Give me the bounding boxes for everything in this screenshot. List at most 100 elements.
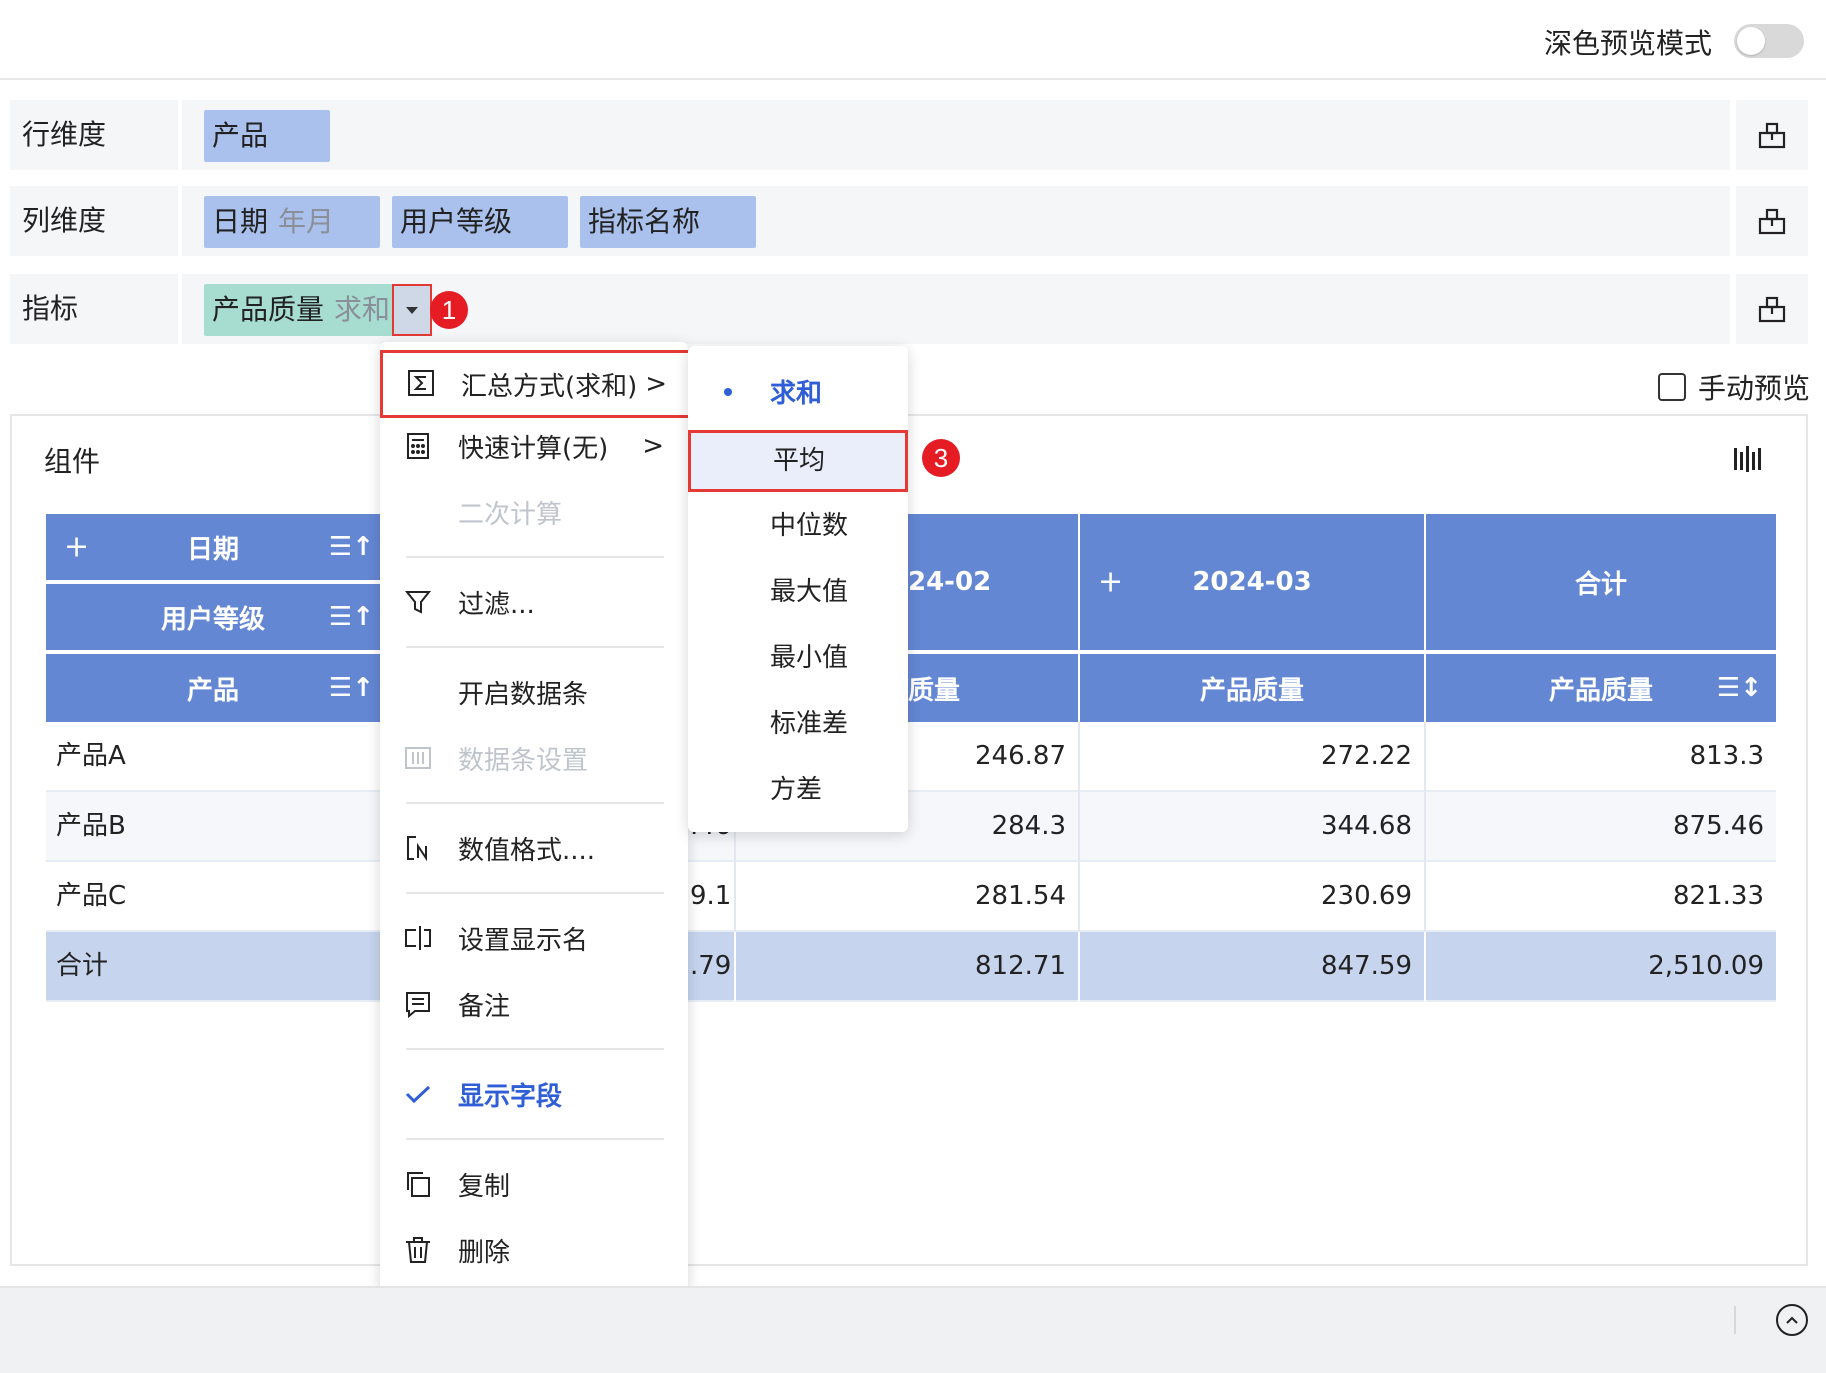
manual-preview[interactable]: 手动预览 bbox=[1657, 367, 1810, 407]
filter-icon bbox=[404, 591, 432, 614]
field-context-menu: 汇总方式(求和) > 快速计算(无) > 二次计算 过滤... 开启数据条 数据… bbox=[380, 342, 694, 1294]
cell-value: 821.33 bbox=[1673, 881, 1764, 911]
field-pill-product[interactable]: 产品 bbox=[204, 110, 330, 162]
settings-icon bbox=[1758, 296, 1786, 323]
header-date[interactable]: + 日期 ☰↑ bbox=[46, 514, 380, 580]
menu-divider bbox=[406, 802, 664, 804]
pill-dropdown-button[interactable] bbox=[392, 284, 432, 336]
checkmark-icon bbox=[405, 1085, 431, 1104]
manual-preview-checkbox[interactable] bbox=[1657, 373, 1686, 401]
manual-preview-label: 手动预览 bbox=[1697, 372, 1810, 405]
cell-value: 230.69 bbox=[1321, 881, 1412, 911]
column-dimension-row: 列维度 日期 年月 用户等级 指标名称 bbox=[10, 186, 1808, 256]
menu-item-filter[interactable]: 过滤... bbox=[380, 572, 688, 632]
submenu-item-max[interactable]: 最大值 bbox=[688, 562, 908, 622]
submenu-item-average[interactable]: 平均 bbox=[688, 430, 908, 492]
menu-item-quick-calc[interactable]: 快速计算(无) > bbox=[380, 416, 688, 476]
step-badge-1: 1 bbox=[430, 291, 468, 329]
menu-item-remark[interactable]: 备注 bbox=[380, 974, 688, 1034]
menu-item-secondary-calc: 二次计算 bbox=[458, 499, 563, 530]
cell-value: 281.54 bbox=[975, 881, 1066, 911]
submenu-item-variance[interactable]: 方差 bbox=[688, 760, 908, 820]
field-pill-product-quality[interactable]: 产品质量 求和 bbox=[204, 284, 432, 336]
row-dimension-label: 行维度 bbox=[10, 100, 178, 170]
menu-item-number-format[interactable]: 数值格式.... bbox=[380, 818, 688, 878]
calculator-icon bbox=[407, 433, 429, 459]
collapse-up-icon[interactable] bbox=[1776, 1304, 1808, 1336]
row-dimension-dropzone[interactable]: 产品 bbox=[182, 100, 1730, 170]
expand-icon[interactable]: + bbox=[1098, 565, 1123, 600]
column-dimension-label: 列维度 bbox=[10, 186, 178, 256]
trash-icon bbox=[406, 1237, 430, 1263]
sigma-icon bbox=[408, 370, 434, 396]
header-col-2024-03[interactable]: + 2024-03 bbox=[1080, 514, 1424, 650]
row-name: 产品A bbox=[56, 741, 126, 771]
menu-item-enable-databar[interactable]: 开启数据条 bbox=[380, 662, 688, 722]
metric-dropzone[interactable]: 产品质量 求和 bbox=[182, 274, 1730, 344]
metric-settings-button[interactable] bbox=[1736, 274, 1808, 344]
header-product[interactable]: 产品 ☰↑ bbox=[46, 654, 380, 722]
submenu-item-median[interactable]: 中位数 bbox=[688, 496, 908, 556]
chevron-right-icon: > bbox=[645, 369, 667, 399]
menu-divider bbox=[406, 646, 664, 648]
aggregate-submenu: 求和 平均 中位数 最大值 最小值 标准差 方差 bbox=[688, 346, 908, 832]
caret-down-icon bbox=[406, 306, 418, 314]
cell-value: 813.3 bbox=[1689, 741, 1764, 771]
field-pill-metric-name[interactable]: 指标名称 bbox=[580, 196, 756, 248]
row-name: 合计 bbox=[56, 951, 109, 981]
column-dimension-dropzone[interactable]: 日期 年月 用户等级 指标名称 bbox=[182, 186, 1730, 256]
cell-value: 2,510.09 bbox=[1648, 951, 1764, 981]
table-row: 产品A 246.87 272.22 813.3 bbox=[46, 722, 1776, 792]
menu-divider bbox=[406, 1138, 664, 1140]
metric-row: 指标 产品质量 求和 bbox=[10, 274, 1808, 344]
field-pill-user-level[interactable]: 用户等级 bbox=[392, 196, 568, 248]
menu-item-aggregate[interactable]: 汇总方式(求和) > bbox=[380, 350, 694, 418]
menu-item-display-name[interactable]: 设置显示名 bbox=[380, 908, 688, 968]
chart-type-icon[interactable] bbox=[1732, 444, 1762, 481]
dark-mode-toggle[interactable] bbox=[1734, 24, 1804, 58]
sort-icon[interactable]: ☰↑ bbox=[329, 673, 374, 703]
table-total-row: 合计 .79 812.71 847.59 2,510.09 bbox=[46, 932, 1776, 1002]
menu-item-delete[interactable]: 删除 bbox=[380, 1220, 688, 1280]
sort-icon[interactable]: ☰↑ bbox=[329, 602, 374, 632]
row-name: 产品B bbox=[56, 811, 126, 841]
menu-divider bbox=[406, 892, 664, 894]
toggle-knob bbox=[1737, 27, 1765, 55]
field-pill-date[interactable]: 日期 年月 bbox=[204, 196, 380, 248]
cell-value: 847.59 bbox=[1321, 951, 1412, 981]
expand-icon[interactable]: + bbox=[64, 530, 89, 565]
panel-title: 组件 bbox=[44, 445, 101, 478]
chevron-right-icon: > bbox=[642, 431, 664, 461]
sort-icon[interactable]: ☰↑ bbox=[329, 532, 374, 562]
row-name: 产品C bbox=[56, 881, 127, 911]
submenu-item-sum[interactable]: 求和 bbox=[688, 364, 908, 424]
cell-value: 344.68 bbox=[1321, 811, 1412, 841]
header-user-level[interactable]: 用户等级 ☰↑ bbox=[46, 584, 380, 650]
menu-item-show-field[interactable]: 显示字段 bbox=[380, 1064, 688, 1124]
databar-icon bbox=[405, 747, 431, 769]
footer-divider bbox=[1734, 1306, 1736, 1334]
sort-icon[interactable]: ☰↕ bbox=[1717, 673, 1762, 703]
row-dimension-settings-button[interactable] bbox=[1736, 100, 1808, 170]
menu-divider bbox=[406, 1048, 664, 1050]
selected-dot-icon bbox=[724, 388, 732, 396]
step-badge-3: 3 bbox=[922, 439, 960, 477]
submenu-item-min[interactable]: 最小值 bbox=[688, 628, 908, 688]
column-dimension-settings-button[interactable] bbox=[1736, 186, 1808, 256]
metric-label: 指标 bbox=[10, 274, 178, 344]
table-row: 产品C 9.1 281.54 230.69 821.33 bbox=[46, 862, 1776, 932]
number-format-icon bbox=[407, 836, 427, 862]
table-row: 产品B .46 284.3 344.68 875.46 bbox=[46, 792, 1776, 862]
measure-header-4[interactable]: 产品质量 ☰↕ bbox=[1426, 654, 1776, 722]
header-col-total[interactable]: 合计 bbox=[1426, 514, 1776, 650]
menu-divider bbox=[406, 556, 664, 558]
menu-item-databar-settings: 数据条设置 bbox=[380, 728, 688, 788]
footer-bar bbox=[0, 1286, 1826, 1373]
settings-icon bbox=[1758, 122, 1786, 149]
cell-value: 812.71 bbox=[975, 951, 1066, 981]
measure-header-3[interactable]: 产品质量 bbox=[1080, 654, 1424, 722]
submenu-item-stddev[interactable]: 标准差 bbox=[688, 694, 908, 754]
menu-item-copy[interactable]: 复制 bbox=[380, 1154, 688, 1214]
cell-value: 875.46 bbox=[1673, 811, 1764, 841]
dark-mode-label: 深色预览模式 bbox=[1543, 27, 1712, 60]
